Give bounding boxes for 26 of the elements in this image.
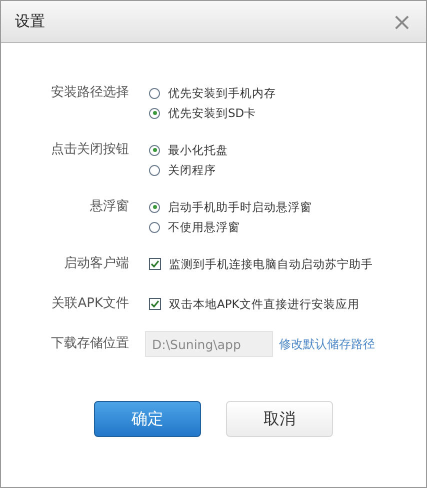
change-path-link[interactable]: 修改默认储存路径 [279, 336, 375, 352]
window-title: 设置 [15, 12, 45, 31]
radio-button[interactable] [149, 144, 160, 156]
setting-label: 关联APK文件 [50, 295, 129, 313]
radio-button[interactable] [149, 164, 160, 176]
setting-label: 悬浮窗 [89, 198, 129, 216]
option-label[interactable]: 启动手机助手时启动悬浮窗 [168, 200, 312, 214]
option-label[interactable]: 最小化托盘 [168, 142, 228, 158]
checkbox[interactable] [149, 298, 161, 310]
setting-label: 启动客户端 [63, 255, 129, 273]
option-label[interactable]: 优先安装到SD卡 [168, 106, 256, 120]
option-label[interactable]: 双击本地APK文件直接进行安装应用 [169, 296, 360, 312]
radio-button[interactable] [149, 108, 160, 118]
setting-label: 下载存储位置 [50, 335, 129, 353]
option-label[interactable]: 优先安装到手机内存 [168, 86, 276, 100]
setting-label: 安装路径选择 [50, 84, 129, 102]
option-label[interactable]: 关闭程序 [168, 162, 216, 178]
radio-button[interactable] [149, 88, 160, 98]
radio-button[interactable] [149, 202, 160, 212]
option-label[interactable]: 监测到手机连接电脑自动启动苏宁助手 [169, 256, 373, 272]
confirm-button[interactable]: 确定 [94, 401, 201, 437]
setting-label: 点击关闭按钮 [50, 141, 129, 159]
checkbox[interactable] [149, 258, 161, 270]
option-label[interactable]: 不使用悬浮窗 [168, 220, 240, 234]
cancel-button[interactable]: 取消 [226, 401, 333, 437]
radio-button[interactable] [149, 222, 160, 232]
